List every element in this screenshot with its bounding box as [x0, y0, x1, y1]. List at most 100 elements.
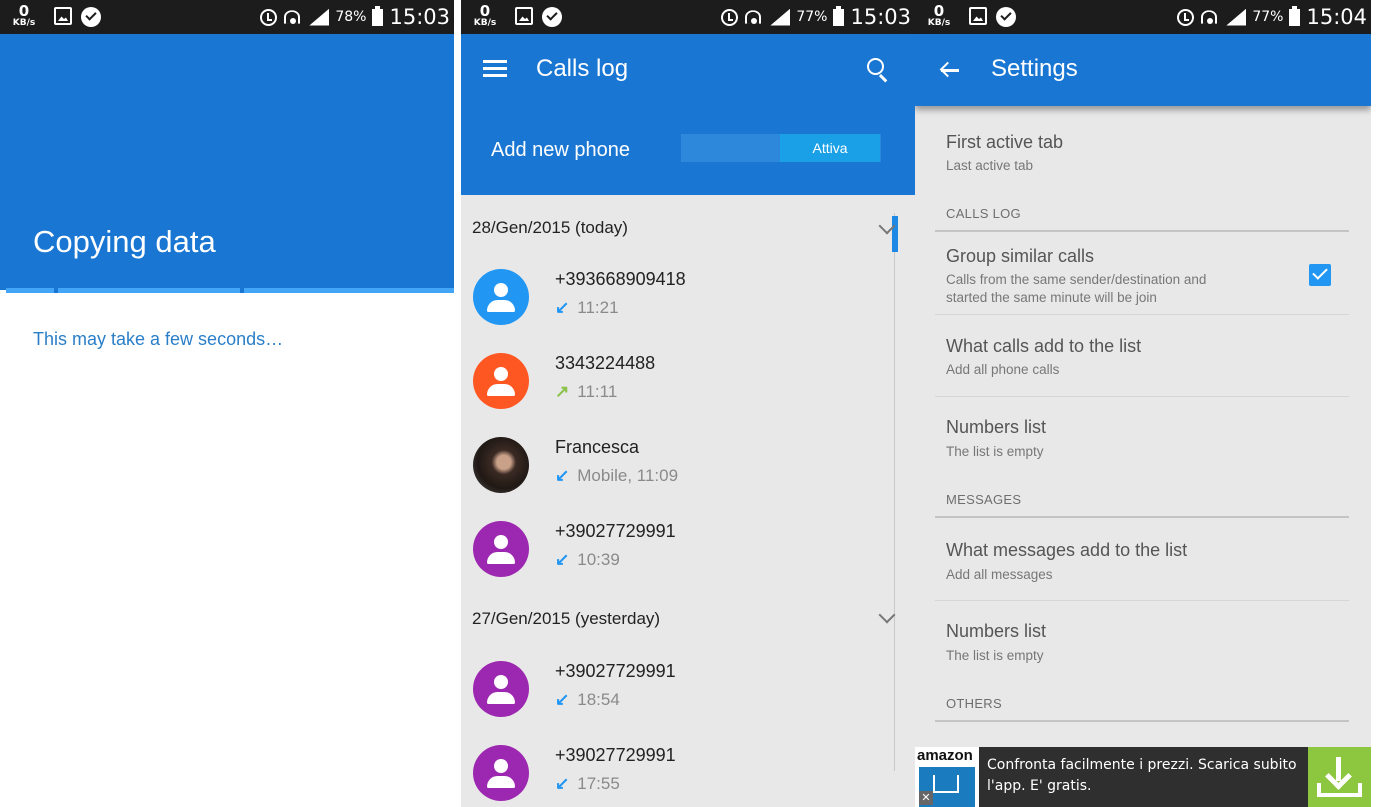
check-circle-icon [542, 7, 562, 27]
date-header: 28/Gen/2015 (today) [472, 218, 628, 237]
incoming-call-icon: ↙ [555, 298, 570, 317]
incoming-call-icon: ↙ [555, 690, 570, 709]
calls-log-screen: 0 KB/s 77% 15:03 Calls log Add new phone … [461, 0, 915, 807]
outgoing-call-icon: ↗ [555, 382, 570, 401]
signal-icon [309, 8, 330, 26]
setting-title: Group similar calls [946, 246, 1095, 266]
network-speed: 0 KB/s [473, 2, 497, 29]
contact-photo [473, 437, 529, 493]
scrollbar-thumb[interactable] [892, 216, 898, 252]
gallery-icon [969, 7, 987, 25]
back-arrow-icon[interactable] [939, 61, 959, 79]
ad-text: Confronta facilmente i prezzi. Scarica s… [987, 757, 1297, 794]
check-circle-icon [996, 7, 1016, 27]
progress-bar [6, 288, 454, 293]
chevron-down-icon[interactable] [878, 606, 896, 624]
network-speed: 0 KB/s [12, 2, 36, 29]
app-bar-title: Calls log [536, 55, 629, 82]
call-row[interactable]: +39027729991 ↙ 18:54 [461, 651, 895, 735]
date-header: 27/Gen/2015 (yesterday) [472, 609, 661, 628]
gallery-icon [515, 7, 533, 25]
wifi-icon [1200, 8, 1220, 26]
setting-summary: Add all phone calls [946, 362, 1060, 377]
call-row[interactable]: Francesca ↙ Mobile, 11:09 [461, 427, 895, 511]
setting-summary: Last active tab [946, 158, 1034, 173]
alarm-icon [721, 8, 739, 26]
category-others: OTHERS [946, 696, 1002, 711]
setting-summary: Calls from the same sender/destination a… [946, 272, 1207, 287]
status-bar: 0 KB/s 78% 15:03 [0, 0, 454, 34]
clock: 15:04 [1306, 5, 1367, 29]
divider [935, 396, 1349, 397]
panel-gap [454, 0, 461, 807]
contact-avatar [473, 661, 529, 717]
call-meta: Mobile, 11:09 [577, 466, 679, 485]
app-bar: Settings [915, 34, 1371, 106]
category-messages: MESSAGES [946, 492, 1022, 507]
panel-gap [1371, 0, 1376, 807]
activate-toggle[interactable]: Attiva [780, 134, 880, 162]
contact-avatar [473, 521, 529, 577]
gallery-icon [54, 7, 72, 25]
clock: 15:03 [850, 5, 911, 29]
call-row[interactable]: 3343224488 ↗ 11:11 [461, 343, 895, 427]
clock: 15:03 [389, 5, 450, 29]
setting-title: What calls add to the list [946, 336, 1142, 356]
setting-title: First active tab [946, 132, 1064, 152]
category-divider [935, 230, 1349, 232]
call-meta: 11:11 [577, 382, 618, 401]
download-icon[interactable] [1308, 747, 1371, 807]
contact-avatar [473, 745, 529, 801]
copying-screen: 0 KB/s 78% 15:03 Copying data This may ta… [0, 0, 454, 807]
ad-close-icon[interactable]: ✕ [919, 791, 933, 805]
setting-summary: The list is empty [946, 444, 1044, 459]
app-bar-title: Settings [991, 55, 1078, 82]
status-message: This may take a few seconds… [33, 329, 284, 349]
divider [935, 600, 1349, 601]
call-row[interactable]: +393668909418 ↙ 11:21 [461, 259, 895, 343]
battery-icon [833, 5, 845, 26]
incoming-call-icon: ↙ [555, 466, 570, 485]
status-bar: 0 KB/s 77% 15:03 [461, 0, 915, 34]
menu-icon[interactable] [483, 60, 507, 78]
battery-percent: 77% [796, 9, 828, 25]
ad-banner[interactable]: amazon ✕ Confronta facilmente i prezzi. … [915, 747, 1371, 807]
network-speed: 0 KB/s [927, 2, 951, 29]
wifi-icon [744, 8, 764, 26]
category-divider [935, 720, 1349, 722]
setting-title: Numbers list [946, 417, 1047, 437]
setting-summary: Add all messages [946, 567, 1053, 582]
search-icon[interactable] [867, 58, 889, 80]
app-bar: Calls log Add new phone Attiva [461, 34, 915, 195]
check-circle-icon [81, 7, 101, 27]
call-meta: 11:21 [577, 298, 619, 317]
signal-icon [770, 8, 791, 26]
category-calls-log: CALLS LOG [946, 206, 1021, 221]
incoming-call-icon: ↙ [555, 550, 570, 569]
divider [935, 314, 1349, 315]
alarm-icon [260, 8, 278, 26]
contact-avatar [473, 269, 529, 325]
call-name: +39027729991 [555, 661, 676, 681]
call-name: +39027729991 [555, 521, 676, 541]
battery-icon [1289, 5, 1301, 26]
call-meta: 18:54 [577, 690, 620, 709]
calls-list[interactable]: 28/Gen/2015 (today) +393668909418 ↙ 11:21… [461, 195, 915, 807]
wifi-icon [283, 8, 303, 26]
group-similar-checkbox[interactable] [1309, 264, 1331, 286]
call-name: +393668909418 [555, 269, 686, 289]
call-row[interactable]: +39027729991 ↙ 10:39 [461, 511, 895, 595]
call-meta: 10:39 [577, 550, 620, 569]
call-name: 3343224488 [555, 353, 656, 373]
page-title: Copying data [33, 224, 216, 259]
category-divider [935, 516, 1349, 518]
setting-title: Numbers list [946, 621, 1047, 641]
call-name: +39027729991 [555, 745, 676, 765]
ad-brand: amazon [917, 747, 973, 764]
status-bar: 0 KB/s 77% 15:04 [915, 0, 1371, 34]
add-new-phone-label: Add new phone [491, 139, 631, 161]
battery-percent: 77% [1252, 9, 1284, 25]
call-row[interactable]: +39027729991 ↙ 17:55 [461, 735, 895, 807]
battery-icon [372, 5, 384, 26]
alarm-icon [1177, 8, 1195, 26]
